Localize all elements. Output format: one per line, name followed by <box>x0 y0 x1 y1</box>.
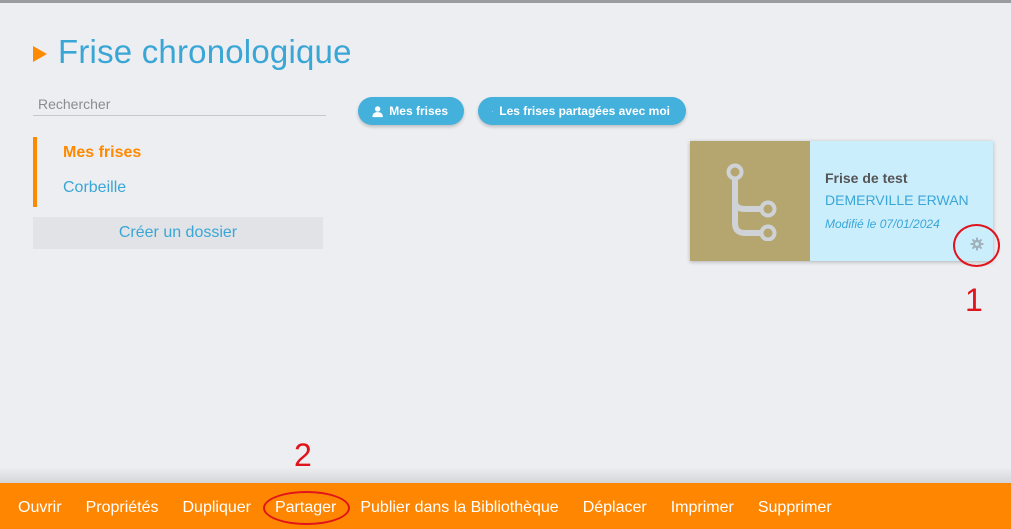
timeline-card[interactable]: Frise de test DEMERVILLE ERWAN Modifié l… <box>690 141 993 261</box>
filter-mes-frises-button[interactable]: Mes frises <box>358 97 464 125</box>
sidebar-item-corbeille[interactable]: Corbeille <box>37 172 323 207</box>
page-title: Frise chronologique <box>58 33 352 70</box>
filter-shared-button[interactable]: Les frises partagées avec moi <box>478 97 686 125</box>
card-author: DEMERVILLE ERWAN <box>825 192 969 208</box>
share-icon <box>492 110 494 112</box>
toolbar-share-button[interactable]: Partager <box>263 481 348 529</box>
gear-icon[interactable] <box>970 237 984 251</box>
card-title: Frise de test <box>825 170 908 186</box>
card-modified-date: Modifié le 07/01/2024 <box>825 217 940 231</box>
toolbar-properties-button[interactable]: Propriétés <box>74 481 171 529</box>
top-border <box>0 0 1011 3</box>
toolbar-publish-button[interactable]: Publier dans la Bibliothèque <box>348 481 570 529</box>
toolbar-duplicate-button[interactable]: Dupliquer <box>170 481 262 529</box>
filter-shared-label: Les frises partagées avec moi <box>499 104 670 118</box>
toolbar-open-button[interactable]: Ouvrir <box>6 481 74 529</box>
title-arrow-icon <box>33 46 47 62</box>
card-thumbnail <box>690 141 810 261</box>
toolbar-move-button[interactable]: Déplacer <box>571 481 659 529</box>
timeline-icon <box>726 163 777 241</box>
filter-mes-frises-label: Mes frises <box>389 104 448 118</box>
toolbar-print-button[interactable]: Imprimer <box>659 481 746 529</box>
user-icon <box>372 105 383 117</box>
toolbar-delete-button[interactable]: Supprimer <box>746 481 844 529</box>
search-input[interactable] <box>33 92 326 116</box>
create-folder-button[interactable]: Créer un dossier <box>33 217 323 249</box>
page-header: Frise chronologique <box>33 33 352 71</box>
annotation-number-1: 1 <box>965 282 983 318</box>
sidebar-nav: Mes frises Corbeille <box>33 137 323 207</box>
action-toolbar: Ouvrir Propriétés Dupliquer Partager Pub… <box>0 483 1011 529</box>
sidebar-item-mes-frises[interactable]: Mes frises <box>37 137 323 172</box>
